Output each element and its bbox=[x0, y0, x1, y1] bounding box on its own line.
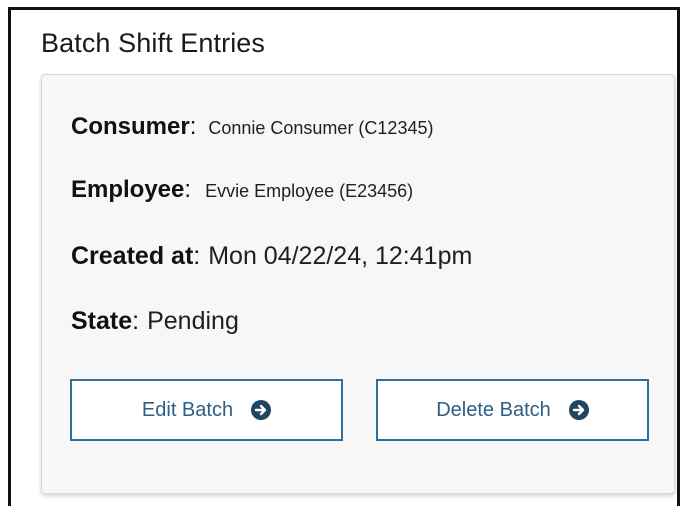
employee-value: Evvie Employee (E23456) bbox=[205, 181, 414, 201]
employee-separator: : bbox=[184, 176, 192, 203]
page-title: Batch Shift Entries bbox=[41, 28, 266, 58]
arrow-right-circle-icon bbox=[568, 400, 589, 420]
employee-label: Employee bbox=[71, 176, 185, 203]
state-separator: : bbox=[132, 307, 140, 335]
employee-field: Employee: Evvie Employee (E23456) bbox=[71, 176, 413, 204]
edit-batch-label: Edit Batch bbox=[141, 398, 234, 421]
consumer-value: Connie Consumer (C12345) bbox=[208, 118, 434, 138]
window-frame: Batch Shift Entries Consumer: Connie Con… bbox=[8, 7, 680, 506]
delete-batch-label: Delete Batch bbox=[436, 398, 551, 421]
state-label: State bbox=[71, 307, 133, 335]
created-at-separator: : bbox=[193, 242, 201, 270]
consumer-field: Consumer: Connie Consumer (C12345) bbox=[71, 113, 433, 141]
consumer-separator: : bbox=[189, 113, 197, 140]
created-at-field: Created at: Mon 04/22/24, 12:41pm bbox=[71, 242, 472, 271]
state-field: State: Pending bbox=[71, 307, 239, 336]
edit-batch-button[interactable]: Edit Batch bbox=[70, 379, 343, 441]
created-at-value: Mon 04/22/24, 12:41pm bbox=[208, 242, 473, 270]
created-at-label: Created at bbox=[71, 242, 194, 270]
state-value: Pending bbox=[147, 307, 239, 335]
consumer-label: Consumer bbox=[71, 113, 190, 140]
delete-batch-button[interactable]: Delete Batch bbox=[376, 379, 649, 441]
batch-card: Consumer: Connie Consumer (C12345) Emplo… bbox=[41, 74, 675, 494]
arrow-right-circle-icon bbox=[251, 400, 272, 420]
